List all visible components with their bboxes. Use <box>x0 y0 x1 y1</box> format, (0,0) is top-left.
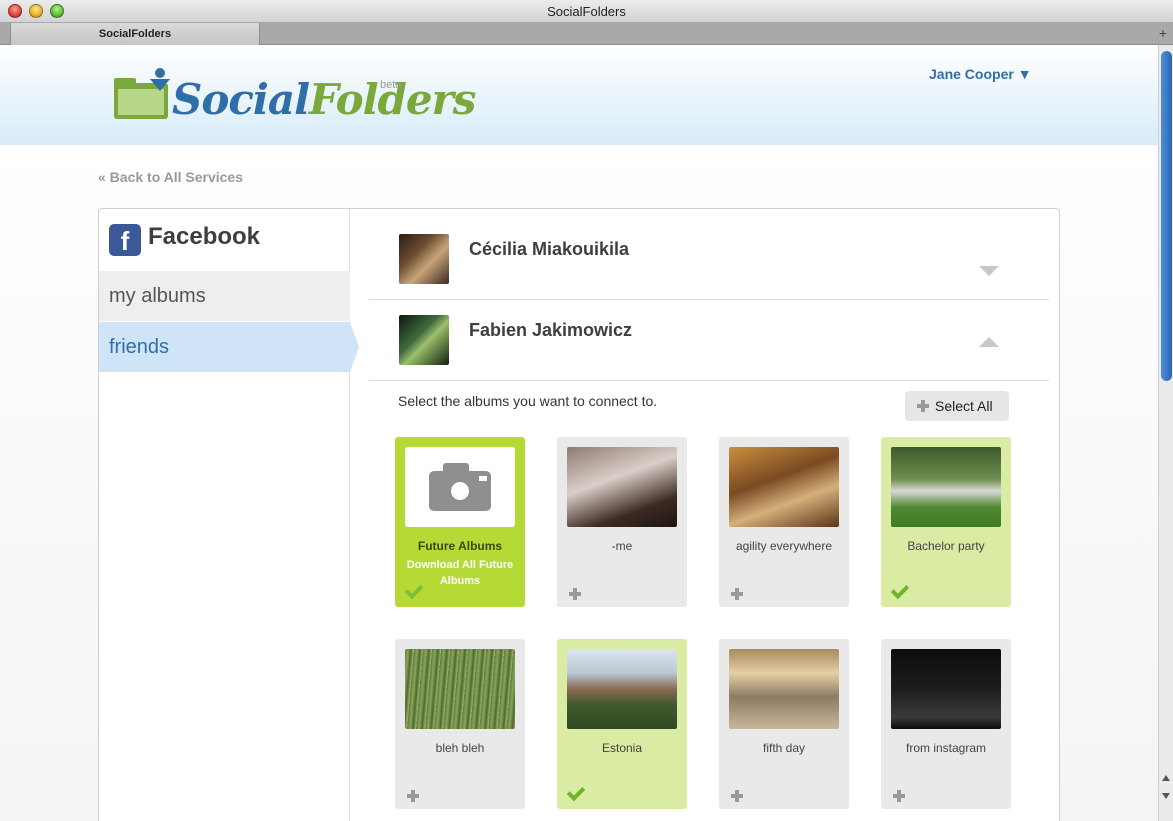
plus-icon <box>917 400 929 412</box>
new-tab-icon[interactable]: + <box>1159 25 1167 41</box>
sidebar-item-friends[interactable]: friends <box>99 322 359 372</box>
facebook-icon: f <box>109 224 141 256</box>
album-card[interactable]: from instagram <box>881 639 1011 809</box>
album-name: bleh bleh <box>435 741 485 755</box>
album-card[interactable]: -me <box>557 437 687 607</box>
sidebar-item-my-albums[interactable]: my albums <box>99 271 350 321</box>
scrollbar-thumb[interactable] <box>1161 51 1172 381</box>
plus-icon[interactable] <box>407 790 419 802</box>
user-menu[interactable]: Jane Cooper ▼ <box>929 66 1032 82</box>
album-name: Bachelor party <box>907 539 985 553</box>
chevron-down-icon[interactable] <box>979 266 999 276</box>
album-name: agility everywhere <box>735 539 833 553</box>
select-all-label: Select All <box>935 398 993 414</box>
plus-icon[interactable] <box>731 790 743 802</box>
album-thumbnail <box>567 649 677 729</box>
album-card[interactable]: bleh bleh <box>395 639 525 809</box>
tab-socialfolders[interactable]: SocialFolders <box>10 23 260 45</box>
album-thumbnail <box>891 649 1001 729</box>
friend-name: Cécilia Miakouikila <box>469 239 630 259</box>
socialfolders-logo[interactable]: SocialFolders beta <box>112 65 476 125</box>
album-name: fifth day <box>762 741 806 755</box>
album-thumbnail <box>567 447 677 527</box>
avatar <box>399 234 449 284</box>
service-title: Facebook <box>148 223 261 250</box>
album-card[interactable]: fifth day <box>719 639 849 809</box>
vertical-scrollbar[interactable] <box>1158 45 1173 821</box>
album-name: Future Albums <box>417 539 503 553</box>
page-header: SocialFolders beta Jane Cooper ▼ <box>0 45 1158 145</box>
logo-wordmark: SocialFolders <box>172 75 476 124</box>
friend-row[interactable]: Fabien Jakimowicz <box>369 300 1049 381</box>
chevron-up-icon[interactable] <box>979 337 999 347</box>
checkmark-icon[interactable] <box>890 580 910 600</box>
logo-text-social: Social <box>172 75 310 124</box>
friend-row[interactable]: Cécilia Miakouikila <box>369 219 1049 300</box>
service-panel: f Facebook my albums friends Cécilia Mia… <box>98 208 1060 821</box>
album-card-future-albums[interactable]: Future Albums Download All Future Albums <box>395 437 525 607</box>
select-all-button[interactable]: Select All <box>905 391 1009 421</box>
album-name: Estonia <box>601 741 643 755</box>
album-thumbnail <box>405 649 515 729</box>
friends-list: Cécilia Miakouikila Fabien Jakimowicz Se… <box>351 209 1059 821</box>
album-card[interactable]: Bachelor party <box>881 437 1011 607</box>
folder-logo-icon <box>114 68 170 119</box>
album-card[interactable]: agility everywhere <box>719 437 849 607</box>
album-name: from instagram <box>905 741 987 755</box>
plus-icon[interactable] <box>731 588 743 600</box>
back-to-services-link[interactable]: « Back to All Services <box>98 169 243 185</box>
friend-name: Fabien Jakimowicz <box>469 320 633 340</box>
avatar <box>399 315 449 365</box>
tab-bar: SocialFolders + <box>0 23 1173 45</box>
sidebar: f Facebook my albums friends <box>99 209 359 821</box>
album-name: -me <box>611 539 633 553</box>
plus-icon[interactable] <box>893 790 905 802</box>
album-select-hint: Select the albums you want to connect to… <box>398 393 658 409</box>
album-thumbnail <box>729 649 839 729</box>
album-card[interactable]: Estonia <box>557 639 687 809</box>
album-thumbnail <box>891 447 1001 527</box>
album-thumbnail <box>729 447 839 527</box>
window-title: SocialFolders <box>547 4 626 19</box>
window-titlebar: SocialFolders <box>0 0 1173 23</box>
scroll-up-icon[interactable] <box>1162 775 1170 781</box>
plus-icon[interactable] <box>569 588 581 600</box>
checkmark-icon[interactable] <box>566 782 586 802</box>
scroll-down-icon[interactable] <box>1162 793 1170 799</box>
camera-icon <box>405 447 515 527</box>
beta-badge: beta <box>380 79 402 91</box>
